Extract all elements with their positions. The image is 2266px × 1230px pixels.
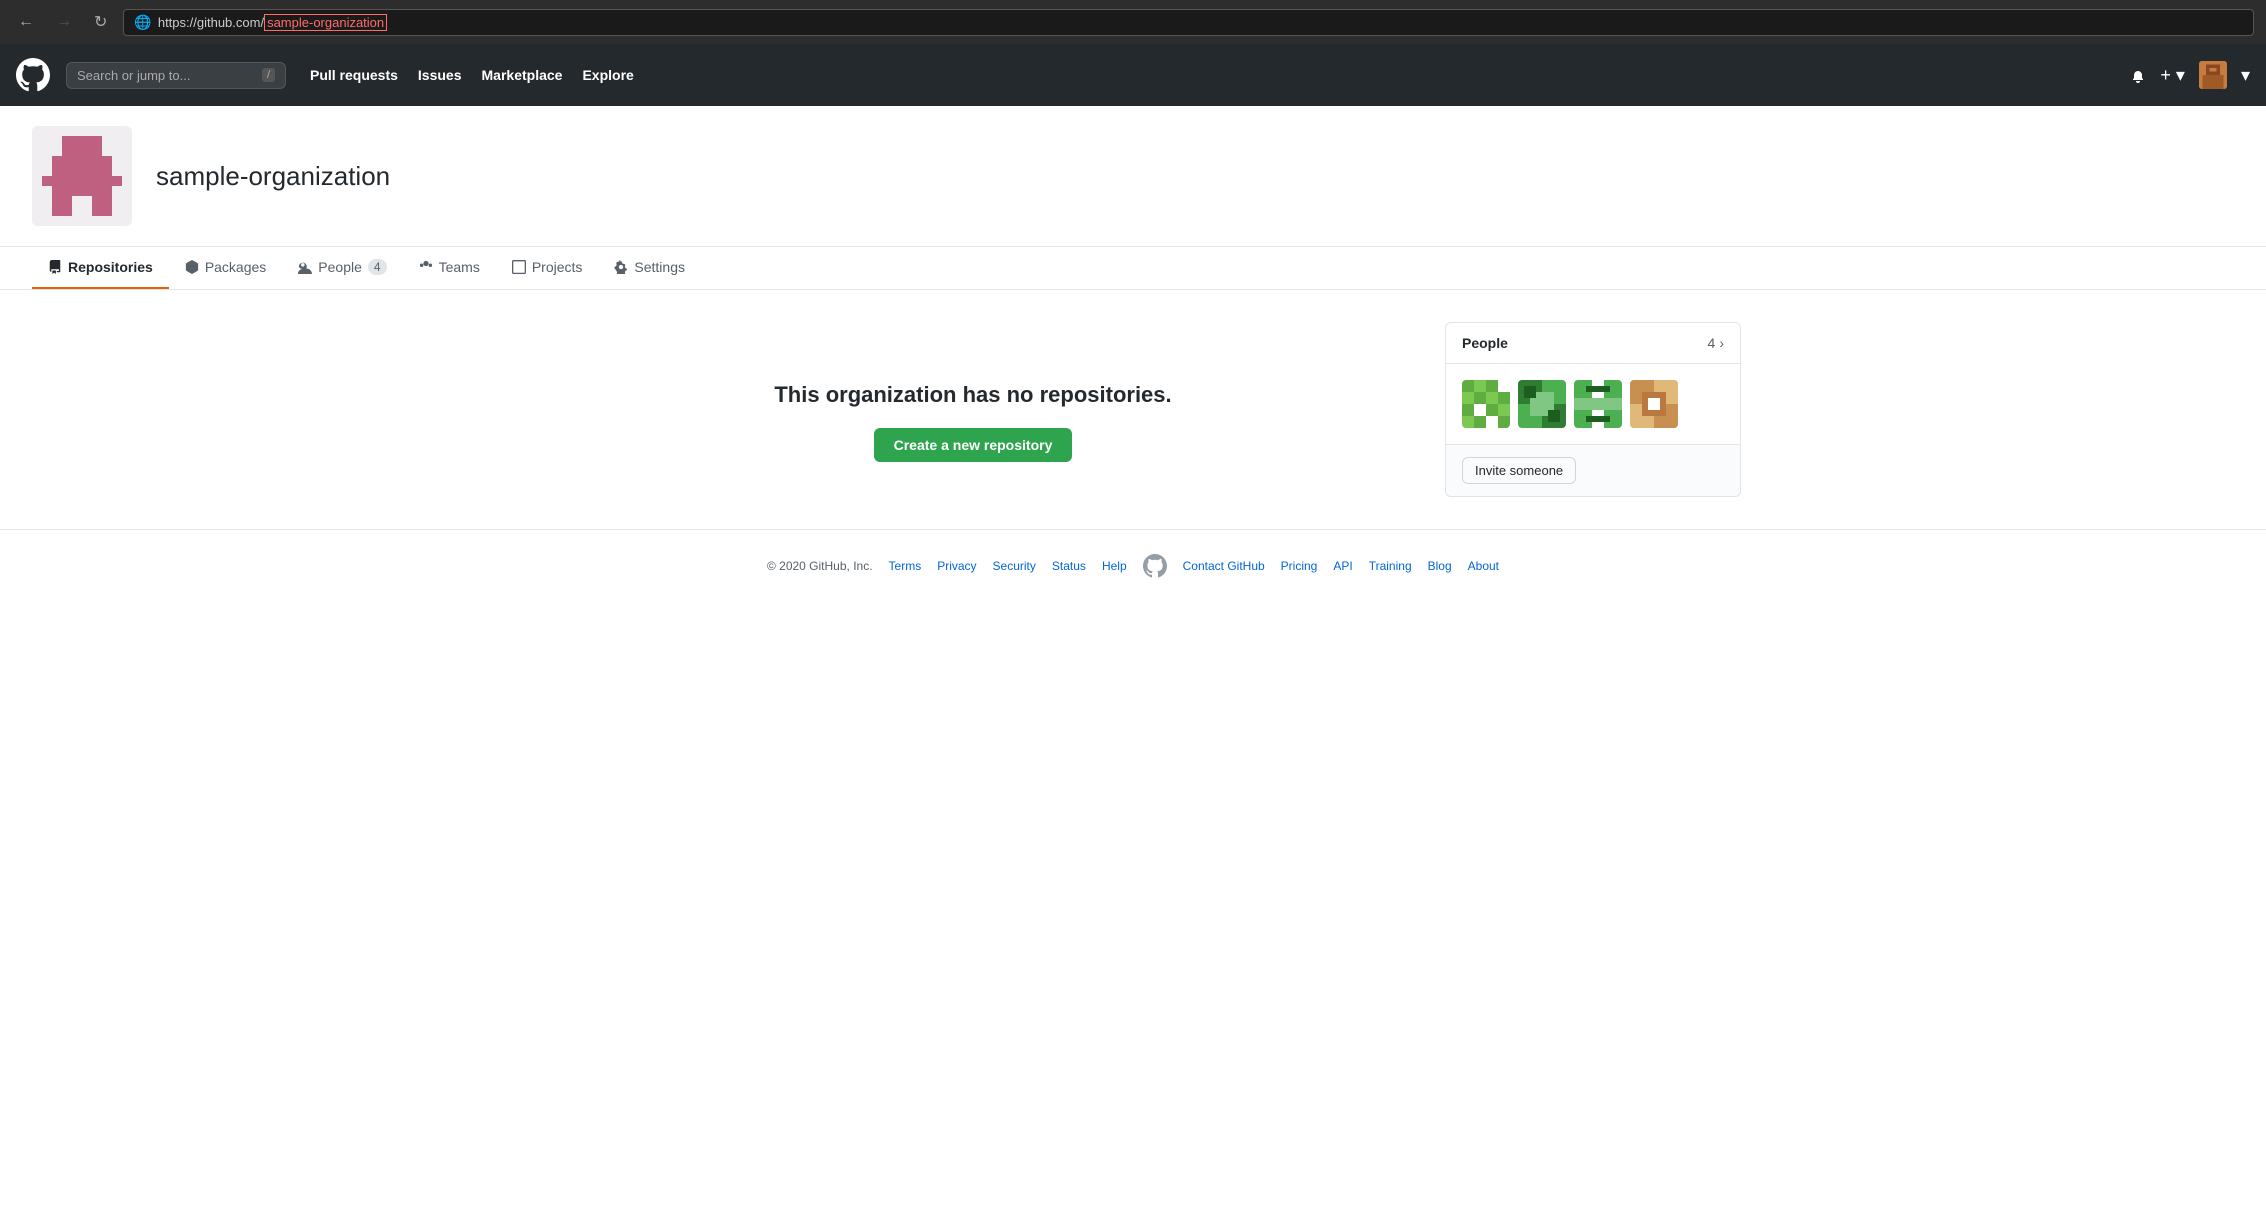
footer-github-logo: [1143, 554, 1167, 578]
nav-pull-requests[interactable]: Pull requests: [310, 67, 398, 83]
tab-people[interactable]: People 4: [282, 247, 402, 289]
footer-link-security[interactable]: Security: [993, 559, 1036, 573]
main-column: This organization has no repositories. C…: [525, 322, 1421, 497]
footer-link-status[interactable]: Status: [1052, 559, 1086, 573]
search-placeholder: Search or jump to...: [77, 68, 190, 83]
footer-link-privacy[interactable]: Privacy: [937, 559, 976, 573]
nav-right: + ▾ ▾: [2130, 61, 2250, 89]
footer-copyright: © 2020 GitHub, Inc.: [767, 559, 873, 573]
user-avatar-button[interactable]: [2199, 61, 2227, 89]
people-avatars: [1446, 364, 1740, 444]
create-repo-button[interactable]: Create a new repository: [874, 428, 1073, 462]
nav-explore[interactable]: Explore: [582, 67, 633, 83]
people-card-footer: Invite someone: [1446, 444, 1740, 496]
browser-chrome: ← → ↻ 🌐 https://github.com/sample-organi…: [0, 0, 2266, 44]
user-avatar-icon: [2199, 61, 2227, 89]
footer-link-contact[interactable]: Contact GitHub: [1183, 559, 1265, 573]
user-menu-button[interactable]: ▾: [2241, 65, 2250, 86]
footer-link-training[interactable]: Training: [1369, 559, 1412, 573]
people-badge: 4: [368, 259, 387, 275]
footer-link-pricing[interactable]: Pricing: [1281, 559, 1318, 573]
address-bar[interactable]: 🌐 https://github.com/sample-organization: [123, 9, 2254, 36]
footer-link-terms[interactable]: Terms: [889, 559, 922, 573]
notifications-button[interactable]: [2130, 67, 2146, 83]
tab-projects[interactable]: Projects: [496, 247, 599, 289]
github-logo[interactable]: [16, 58, 50, 92]
people-icon: [298, 260, 312, 274]
teams-icon: [419, 260, 433, 274]
site-footer: © 2020 GitHub, Inc. Terms Privacy Securi…: [0, 529, 2266, 602]
people-card-title: People: [1462, 335, 1508, 351]
people-card: People 4 ›: [1445, 322, 1741, 497]
footer-link-about[interactable]: About: [1468, 559, 1499, 573]
footer-link-blog[interactable]: Blog: [1428, 559, 1452, 573]
globe-icon: 🌐: [134, 14, 151, 31]
people-card-header: People 4 ›: [1446, 323, 1740, 364]
footer-link-api[interactable]: API: [1333, 559, 1352, 573]
nav-marketplace[interactable]: Marketplace: [482, 67, 563, 83]
nav-links: Pull requests Issues Marketplace Explore: [310, 67, 634, 83]
back-button[interactable]: ←: [12, 9, 40, 35]
settings-icon: [614, 260, 628, 274]
tab-repositories[interactable]: Repositories: [32, 247, 169, 289]
org-tabs: Repositories Packages People 4 Teams Pro…: [0, 247, 2266, 290]
tab-settings[interactable]: Settings: [598, 247, 701, 289]
url-highlight: sample-organization: [264, 14, 387, 31]
url-text: https://github.com/sample-organization: [158, 15, 387, 30]
member-avatar-2[interactable]: [1518, 380, 1566, 428]
nav-issues[interactable]: Issues: [418, 67, 462, 83]
forward-button[interactable]: →: [50, 9, 78, 35]
people-count-link[interactable]: 4 ›: [1708, 335, 1724, 351]
member-avatar-3[interactable]: [1574, 380, 1622, 428]
reload-button[interactable]: ↻: [88, 8, 113, 36]
body-layout: This organization has no repositories. C…: [493, 290, 1773, 529]
org-header: sample-organization: [0, 106, 2266, 247]
bell-icon: [2130, 67, 2146, 83]
projects-icon: [512, 260, 526, 274]
new-button[interactable]: + ▾: [2160, 65, 2185, 86]
footer-link-help[interactable]: Help: [1102, 559, 1127, 573]
search-box[interactable]: Search or jump to... /: [66, 62, 286, 89]
org-name: sample-organization: [156, 161, 390, 192]
tab-teams[interactable]: Teams: [403, 247, 496, 289]
empty-state-message: This organization has no repositories.: [774, 382, 1171, 408]
org-avatar-image: [32, 126, 132, 226]
package-icon: [185, 260, 199, 274]
chevron-right-icon: ›: [1719, 335, 1724, 351]
people-count: 4: [1708, 335, 1716, 351]
org-avatar: [32, 126, 132, 226]
member-avatar-4[interactable]: [1630, 380, 1678, 428]
slash-badge: /: [262, 68, 275, 82]
repo-icon: [48, 260, 62, 274]
member-avatar-1[interactable]: [1462, 380, 1510, 428]
github-nav: Search or jump to... / Pull requests Iss…: [0, 44, 2266, 106]
sidebar-column: People 4 ›: [1445, 322, 1741, 497]
invite-someone-button[interactable]: Invite someone: [1462, 457, 1576, 484]
tab-packages[interactable]: Packages: [169, 247, 282, 289]
